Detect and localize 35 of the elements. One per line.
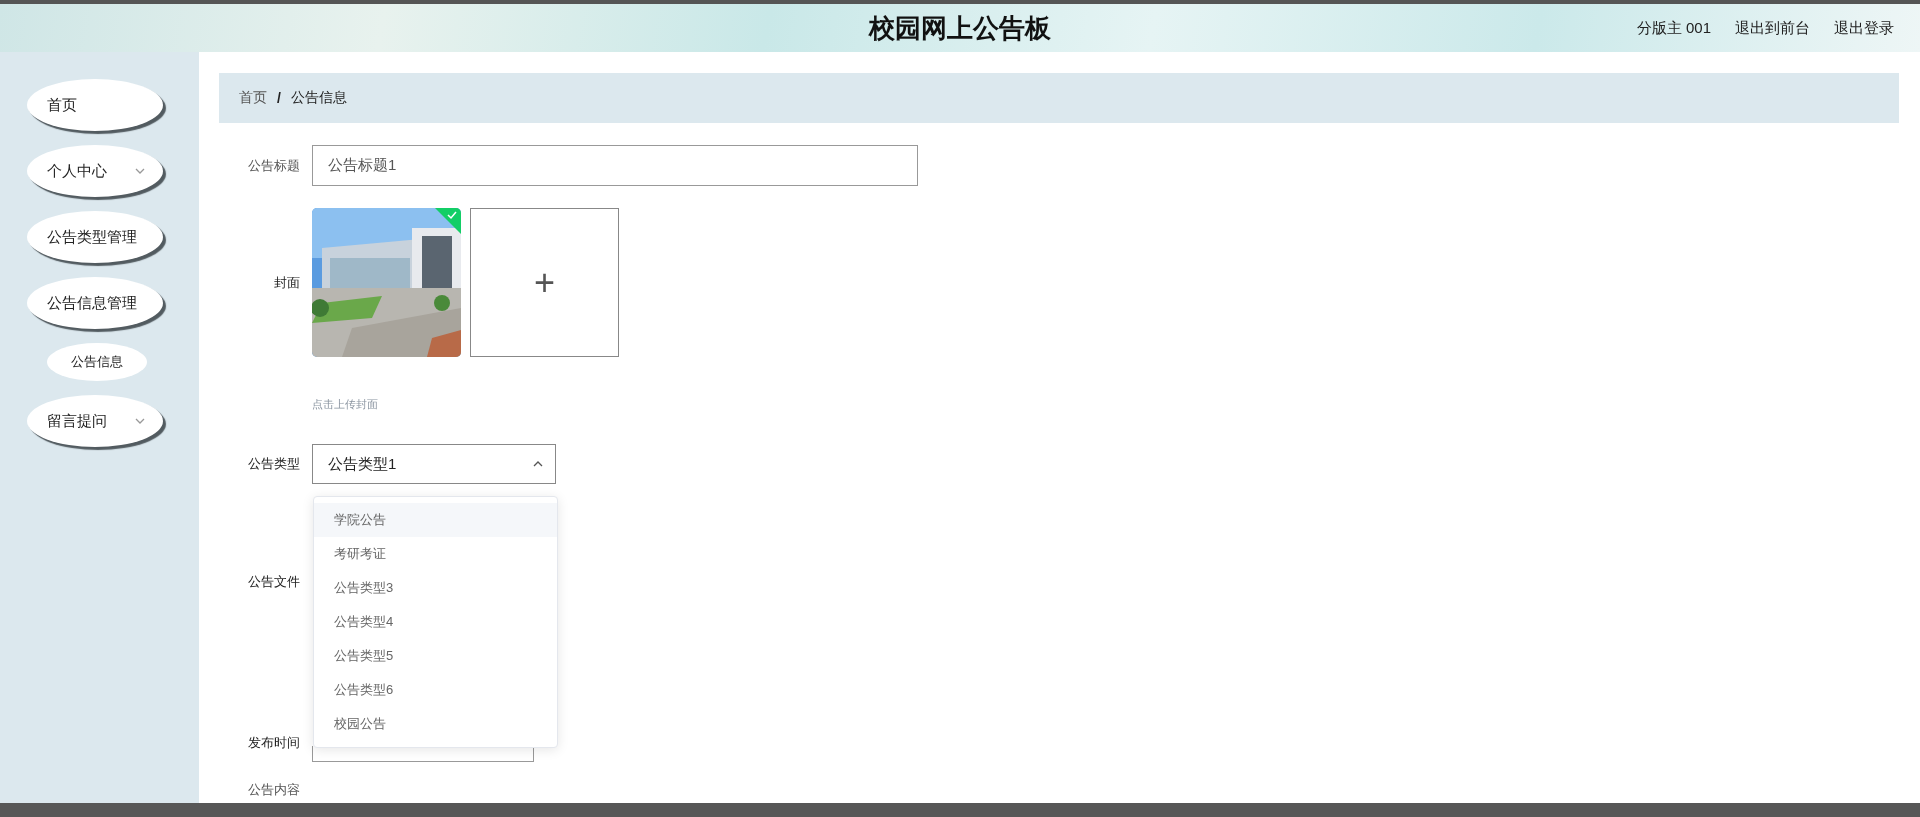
- sidebar-item[interactable]: 个人中心: [27, 145, 163, 197]
- site-title: 校园网上公告板: [869, 11, 1051, 45]
- user-name: 分版主 001: [1636, 18, 1711, 38]
- breadcrumb-separator: /: [277, 90, 281, 106]
- sidebar-item[interactable]: 公告信息管理: [27, 277, 163, 329]
- date-field[interactable]: [312, 746, 534, 762]
- field-label: 公告内容: [247, 781, 300, 799]
- dropdown-option[interactable]: 公告类型5: [314, 639, 557, 673]
- upload-hint: 点击上传封面: [312, 396, 378, 412]
- breadcrumb-item[interactable]: 公告信息: [290, 89, 347, 107]
- dropdown-option[interactable]: 公告类型6: [314, 673, 557, 707]
- dropdown-option[interactable]: 公告类型3: [314, 571, 557, 605]
- breadcrumb-item[interactable]: 首页: [239, 89, 267, 107]
- field-label: 公告文件: [247, 573, 300, 591]
- type-select[interactable]: 公告类型1: [312, 444, 556, 484]
- sidebar-item[interactable]: 首页: [27, 79, 163, 131]
- dropdown-option[interactable]: 学院公告: [314, 503, 557, 537]
- dropdown-option[interactable]: 公告类型4: [314, 605, 557, 639]
- header-link[interactable]: 退出登录: [1834, 18, 1894, 38]
- title-input[interactable]: 公告标题1: [312, 145, 918, 186]
- sidebar-subitem[interactable]: 公告信息: [47, 343, 147, 381]
- field-label: 封面: [273, 273, 300, 292]
- field-label: 公告标题: [247, 156, 300, 175]
- field-label: 公告类型: [247, 455, 300, 473]
- chevron-down-icon: [135, 418, 145, 424]
- sidebar-item[interactable]: 公告类型管理: [27, 211, 163, 263]
- header-link[interactable]: 退出到前台: [1735, 18, 1810, 38]
- upload-button[interactable]: +: [470, 208, 619, 357]
- sidebar-item[interactable]: 留言提问: [27, 395, 163, 447]
- chevron-down-icon: [135, 168, 145, 174]
- chevron-up-icon: [533, 461, 543, 467]
- check-badge-icon: [435, 208, 461, 234]
- dropdown-option[interactable]: 考研考证: [314, 537, 557, 571]
- field-label: 发布时间: [247, 734, 300, 752]
- dropdown-option[interactable]: 校园公告: [314, 707, 557, 741]
